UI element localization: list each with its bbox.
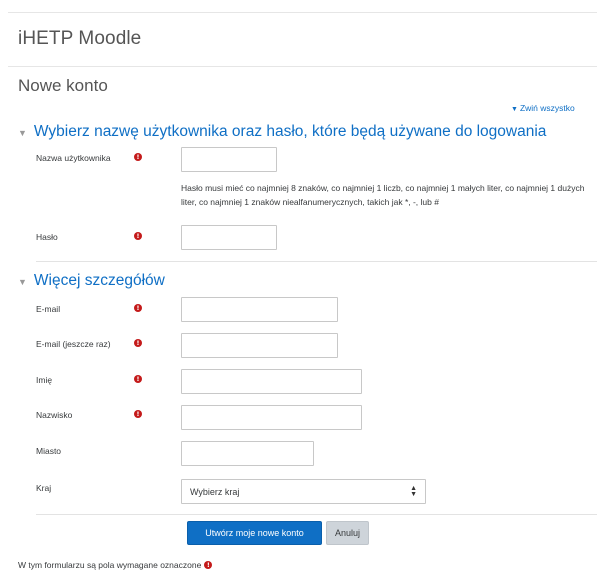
firstname-input[interactable] — [181, 369, 362, 394]
email-label: E-mail — [36, 304, 61, 314]
password-label: Hasło — [36, 232, 58, 242]
section-divider — [36, 261, 597, 262]
sort-arrows-icon: ▲ ▼ — [410, 484, 417, 498]
required-exclamation-icon: ! — [204, 561, 213, 569]
site-title[interactable]: iHETP Moodle — [18, 28, 141, 50]
form-divider — [36, 514, 597, 515]
collapse-all-link[interactable]: ▼ Zwiń wszystko — [511, 103, 575, 113]
required-fields-note: W tym formularzu są pola wymagane oznacz… — [18, 560, 213, 570]
page-title: Nowe konto — [18, 76, 108, 95]
required-exclamation-icon: ! — [134, 232, 142, 240]
city-input[interactable] — [181, 441, 314, 466]
firstname-label: Imię — [36, 375, 53, 385]
caret-down-icon: ▼ — [18, 277, 27, 287]
country-label: Kraj — [36, 483, 52, 493]
required-exclamation-icon: ! — [134, 304, 142, 312]
section-general-title: Wybierz nazwę użytkownika oraz hasło, kt… — [33, 123, 547, 140]
username-label: Nazwa użytkownika — [36, 153, 111, 163]
cancel-button[interactable]: Anuluj — [326, 521, 369, 545]
username-input[interactable] — [181, 147, 277, 172]
password-input[interactable] — [181, 225, 277, 250]
top-divider — [8, 12, 597, 13]
country-select-value: Wybierz kraj — [190, 486, 240, 497]
password-policy-hint: Hasło musi mieć co najmniej 8 znaków, co… — [181, 183, 585, 207]
city-label: Miasto — [36, 446, 62, 456]
header-divider — [8, 66, 597, 67]
caret-down-icon: ▼ — [511, 106, 518, 113]
lastname-input[interactable] — [181, 405, 362, 430]
section-details-title: Więcej szczegółów — [33, 272, 165, 289]
section-details-toggle[interactable]: ▼ Więcej szczegółów — [18, 272, 165, 290]
create-account-button[interactable]: Utwórz moje nowe konto — [187, 521, 322, 545]
lastname-label: Nazwisko — [36, 410, 73, 420]
country-select[interactable]: Wybierz kraj ▲ ▼ — [181, 479, 426, 504]
caret-down-icon: ▼ — [18, 128, 27, 138]
required-fields-note-text: W tym formularzu są pola wymagane oznacz… — [18, 560, 202, 570]
required-exclamation-icon: ! — [134, 410, 142, 418]
email-input[interactable] — [181, 297, 338, 322]
email-again-input[interactable] — [181, 333, 338, 358]
section-general-toggle[interactable]: ▼ Wybierz nazwę użytkownika oraz hasło, … — [18, 123, 546, 141]
required-exclamation-icon: ! — [134, 339, 142, 347]
collapse-all-label: Zwiń wszystko — [519, 103, 575, 113]
required-exclamation-icon: ! — [134, 375, 142, 383]
email-again-label: E-mail (jeszcze raz) — [36, 339, 111, 349]
required-exclamation-icon: ! — [134, 153, 142, 161]
